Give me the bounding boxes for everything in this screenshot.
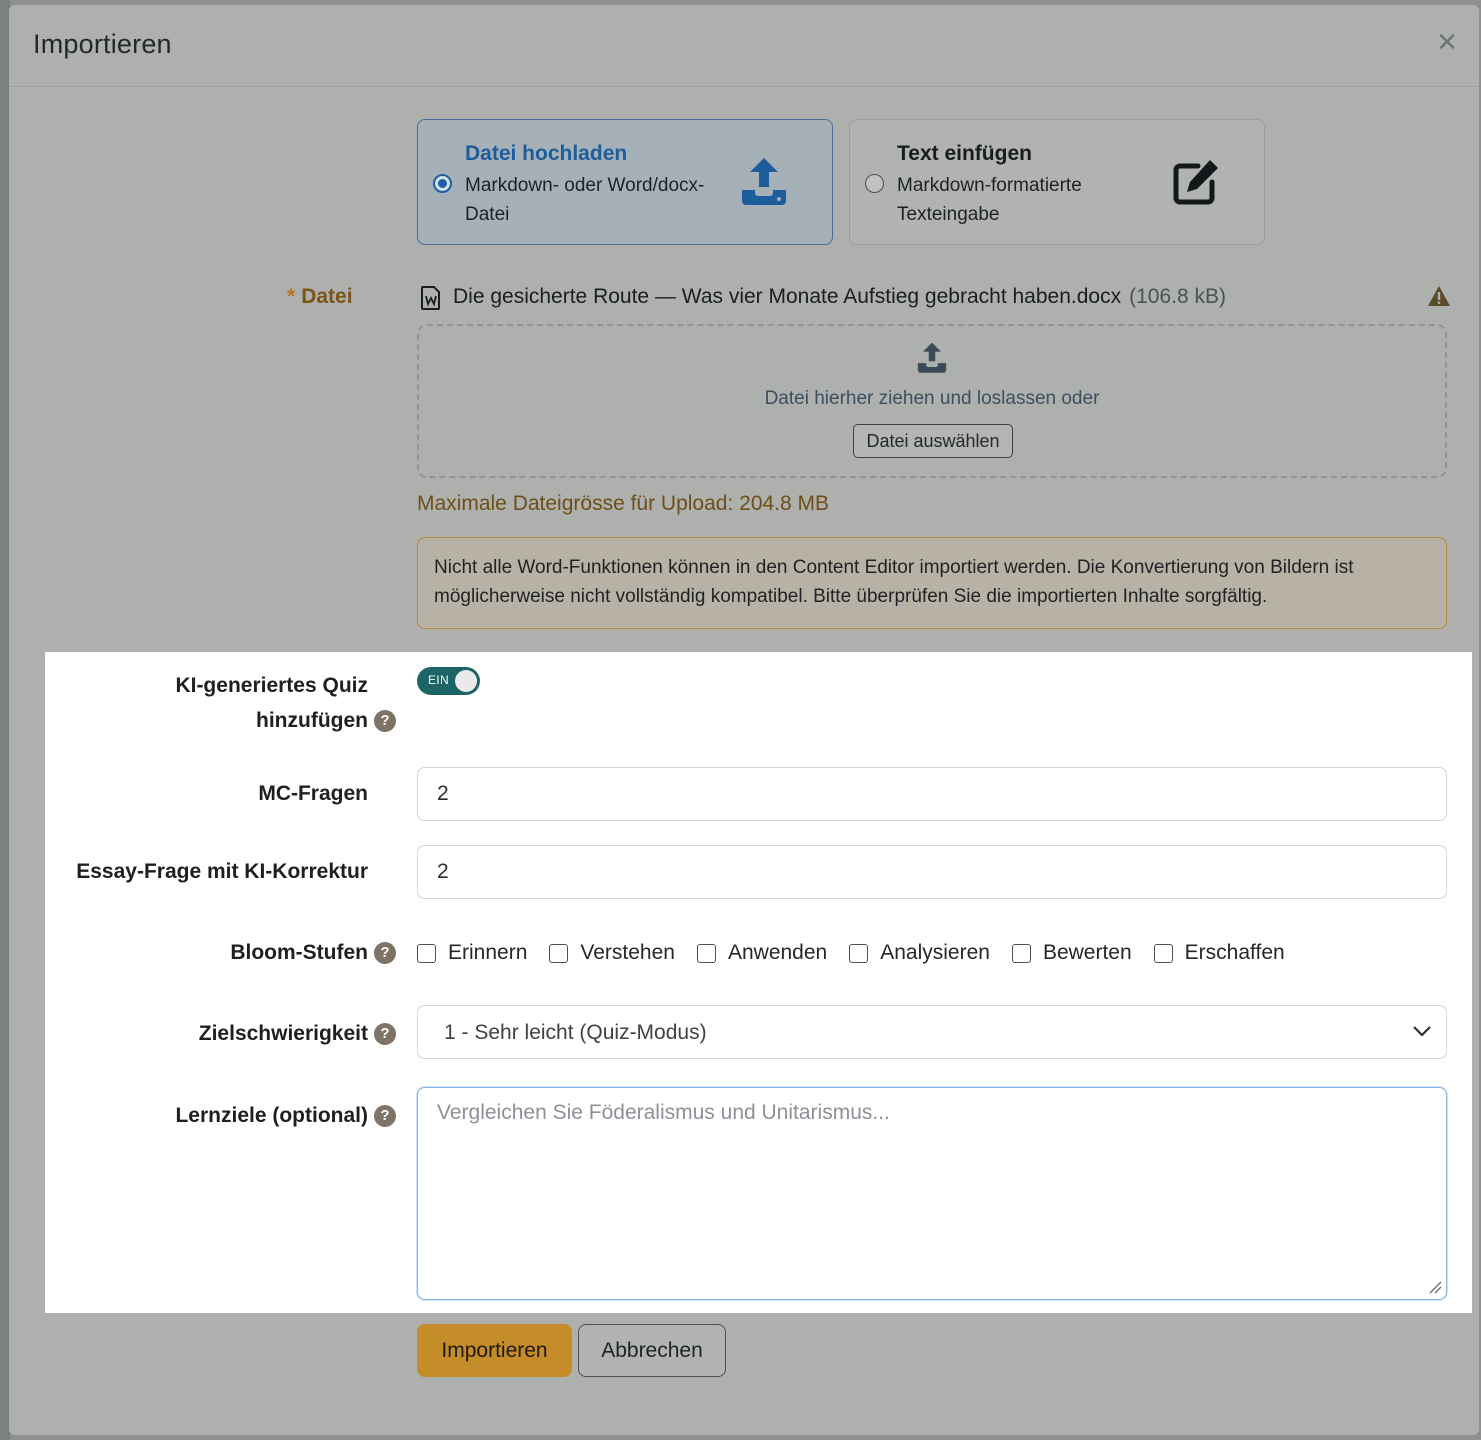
resize-handle-icon[interactable] bbox=[1428, 1280, 1442, 1294]
difficulty-selected-value: 1 - Sehr leicht (Quiz-Modus) bbox=[444, 1021, 707, 1044]
help-icon[interactable]: ? bbox=[374, 1023, 396, 1045]
close-button[interactable]: × bbox=[1437, 25, 1457, 59]
bloom-levels-group: Erinnern Verstehen Anwenden Analysieren … bbox=[417, 938, 1307, 968]
radio-upload-file[interactable] bbox=[433, 174, 452, 193]
difficulty-label-text: Zielschwierigkeit bbox=[198, 1022, 368, 1045]
radio-paste-text[interactable] bbox=[865, 174, 884, 193]
option-upload-file[interactable]: Datei hochladen Markdown- oder Word/docx… bbox=[417, 119, 833, 245]
checkbox[interactable] bbox=[1153, 943, 1173, 963]
quiz-label-line2-wrap: hinzufügen? bbox=[128, 703, 396, 738]
essay-questions-label: Essay-Frage mit KI-Korrektur bbox=[76, 860, 368, 883]
max-upload-size: Maximale Dateigrösse für Upload: 204.8 M… bbox=[417, 492, 830, 515]
objectives-label: Lernziele (optional)? bbox=[100, 1104, 396, 1128]
edit-icon bbox=[1173, 160, 1218, 205]
bloom-option-label: Verstehen bbox=[580, 941, 675, 964]
bloom-option-label: Erinnern bbox=[448, 941, 528, 964]
bloom-option-label: Erschaffen bbox=[1184, 941, 1285, 964]
checkbox[interactable] bbox=[417, 943, 436, 963]
dropzone-text: Datei hierher ziehen und loslassen oder bbox=[764, 388, 1100, 409]
file-name: Die gesicherte Route — Was vier Monate A… bbox=[453, 285, 1226, 309]
checkbox[interactable] bbox=[1011, 943, 1031, 963]
file-field-label: * Datei bbox=[287, 285, 353, 309]
bloom-option-verstehen[interactable]: Verstehen bbox=[549, 941, 675, 965]
bloom-option-label: Anwenden bbox=[727, 941, 828, 964]
quiz-toggle[interactable]: EIN bbox=[417, 667, 480, 695]
option-title: Text einfügen bbox=[897, 142, 1032, 165]
option-description: Markdown- oder Word/docx-Datei bbox=[465, 175, 705, 225]
selected-file-row: Die gesicherte Route — Was vier Monate A… bbox=[419, 283, 1451, 313]
toggle-knob bbox=[455, 670, 477, 692]
essay-questions-input[interactable] bbox=[417, 845, 1447, 899]
mc-questions-label: MC-Fragen bbox=[258, 782, 368, 805]
bloom-option-anwenden[interactable]: Anwenden bbox=[696, 941, 828, 965]
checkbox[interactable] bbox=[549, 943, 569, 963]
import-warning-notice: Nicht alle Word-Funktionen können in den… bbox=[417, 537, 1447, 629]
bloom-levels-label: Bloom-Stufen? bbox=[100, 941, 396, 965]
upload-icon bbox=[742, 158, 786, 205]
checkbox[interactable] bbox=[696, 943, 716, 963]
option-description: Markdown-formatierte Texteingabe bbox=[897, 175, 1082, 225]
difficulty-label: Zielschwierigkeit? bbox=[100, 1022, 396, 1046]
difficulty-select[interactable]: 1 - Sehr leicht (Quiz-Modus) bbox=[417, 1005, 1447, 1059]
help-icon[interactable]: ? bbox=[374, 1105, 396, 1127]
bloom-option-analysieren[interactable]: Analysieren bbox=[849, 941, 990, 965]
chevron-down-icon bbox=[1413, 1026, 1431, 1037]
file-size: (106.8 kB) bbox=[1129, 285, 1226, 308]
checkbox[interactable] bbox=[849, 943, 869, 963]
quiz-toggle-label: KI-generiertes Quiz hinzufügen? bbox=[100, 668, 396, 738]
bloom-option-label: Bewerten bbox=[1042, 941, 1132, 964]
option-title: Datei hochladen bbox=[465, 142, 628, 165]
cancel-button[interactable]: Abbrechen bbox=[578, 1324, 726, 1377]
bloom-option-erinnern[interactable]: Erinnern bbox=[417, 941, 527, 965]
bloom-label-text: Bloom-Stufen bbox=[230, 941, 368, 964]
file-dropzone[interactable]: Datei hierher ziehen und loslassen oder … bbox=[417, 324, 1447, 478]
quiz-label-line2: hinzufügen bbox=[256, 709, 368, 732]
choose-file-button[interactable]: Datei auswählen bbox=[853, 424, 1013, 458]
file-label-text: Datei bbox=[301, 285, 353, 308]
bloom-option-erschaffen[interactable]: Erschaffen bbox=[1153, 941, 1285, 965]
objectives-label-text: Lernziele (optional) bbox=[175, 1104, 368, 1127]
toggle-state-text: EIN bbox=[428, 673, 449, 687]
warning-icon bbox=[1428, 286, 1450, 306]
modal-header: Importieren × bbox=[9, 5, 1479, 87]
file-name-text: Die gesicherte Route — Was vier Monate A… bbox=[453, 285, 1122, 308]
required-marker: * bbox=[287, 285, 296, 308]
quiz-label-line1: KI-generiertes Quiz bbox=[175, 674, 368, 697]
help-icon[interactable]: ? bbox=[374, 710, 396, 732]
word-file-icon bbox=[421, 286, 440, 310]
import-button[interactable]: Importieren bbox=[417, 1324, 572, 1377]
option-paste-text[interactable]: Text einfügen Markdown-formatierte Texte… bbox=[849, 119, 1265, 245]
upload-icon bbox=[917, 342, 947, 373]
modal-title: Importieren bbox=[33, 29, 172, 59]
bloom-option-label: Analysieren bbox=[880, 941, 990, 964]
help-icon[interactable]: ? bbox=[374, 942, 396, 964]
objectives-textarea[interactable] bbox=[417, 1087, 1447, 1300]
bloom-option-bewerten[interactable]: Bewerten bbox=[1011, 941, 1132, 965]
mc-questions-input[interactable] bbox=[417, 767, 1447, 821]
